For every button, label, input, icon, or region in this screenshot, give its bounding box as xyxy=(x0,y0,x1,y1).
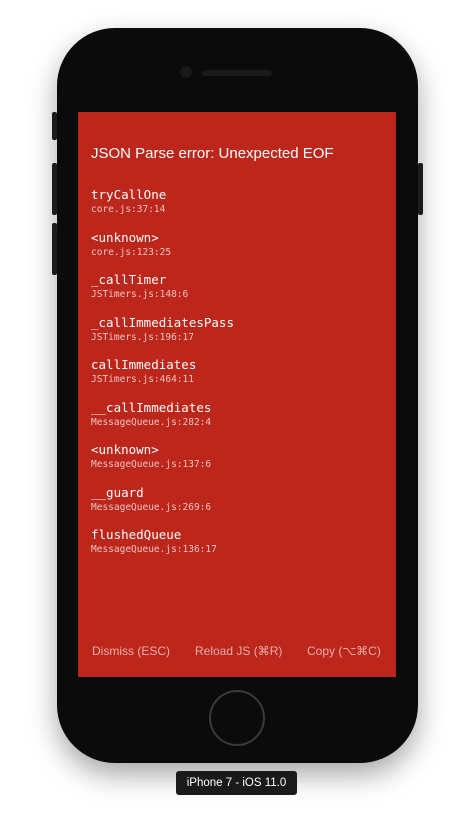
frame-method: tryCallOne xyxy=(91,187,167,202)
frame-location: core.js:123:25 xyxy=(91,246,172,258)
frame-location: MessageQueue.js:269:6 xyxy=(91,501,212,513)
volume-up-button xyxy=(52,163,57,215)
volume-down-button xyxy=(52,223,57,275)
frame-location: JSTimers.js:148:6 xyxy=(91,289,189,300)
reload-js-button[interactable]: Reload JS (⌘R) xyxy=(195,644,282,658)
frame-location: MessageQueue.js:136:17 xyxy=(91,544,217,555)
redbox-error-screen: JSON Parse error: Unexpected EOF tryCall… xyxy=(78,112,396,677)
frame-method: _callTimer xyxy=(91,272,167,287)
stack-trace: tryCallOne core.js:37:14 <unknown> core.… xyxy=(91,187,234,570)
frame-method: <unknown> xyxy=(91,442,159,457)
frame-location: JSTimers.js:196:17 xyxy=(91,331,194,343)
stack-frame[interactable]: callImmediates JSTimers.js:464:11 xyxy=(91,357,234,400)
frame-method: callImmediates xyxy=(91,357,197,372)
stack-frame[interactable]: flushedQueue MessageQueue.js:136:17 xyxy=(91,527,234,570)
frame-method: _callImmediatesPass xyxy=(91,314,234,330)
stack-frame[interactable]: tryCallOne core.js:37:14 xyxy=(91,187,234,230)
stack-frame[interactable]: <unknown> core.js:123:25 xyxy=(91,230,234,273)
frame-method: __callImmediates xyxy=(91,399,212,415)
home-button[interactable] xyxy=(209,690,265,746)
earpiece-speaker xyxy=(202,70,272,76)
stack-frame[interactable]: __guard MessageQueue.js:269:6 xyxy=(91,485,234,528)
frame-method: <unknown> xyxy=(91,229,159,245)
stack-frame[interactable]: <unknown> MessageQueue.js:137:6 xyxy=(91,442,234,485)
frame-location: JSTimers.js:464:11 xyxy=(91,374,194,385)
frame-method: flushedQueue xyxy=(91,527,182,542)
error-title: JSON Parse error: Unexpected EOF xyxy=(91,145,334,162)
frame-method: __guard xyxy=(91,484,144,500)
device-label: iPhone 7 - iOS 11.0 xyxy=(176,771,297,795)
frame-location: MessageQueue.js:137:6 xyxy=(91,459,212,470)
simulator-stage: JSON Parse error: Unexpected EOF tryCall… xyxy=(0,0,474,831)
front-camera xyxy=(180,66,192,78)
redbox-action-bar: Dismiss (ESC) Reload JS (⌘R) Copy (⌥⌘C) xyxy=(78,644,396,662)
stack-frame[interactable]: __callImmediates MessageQueue.js:282:4 xyxy=(91,400,234,443)
copy-button[interactable]: Copy (⌥⌘C) xyxy=(307,644,381,658)
stack-frame[interactable]: _callTimer JSTimers.js:148:6 xyxy=(91,272,234,315)
frame-location: core.js:37:14 xyxy=(91,204,166,215)
power-button xyxy=(418,163,423,215)
stack-frame[interactable]: _callImmediatesPass JSTimers.js:196:17 xyxy=(91,315,234,358)
dismiss-button[interactable]: Dismiss (ESC) xyxy=(92,644,170,658)
mute-switch xyxy=(52,112,57,140)
frame-location: MessageQueue.js:282:4 xyxy=(91,416,212,428)
